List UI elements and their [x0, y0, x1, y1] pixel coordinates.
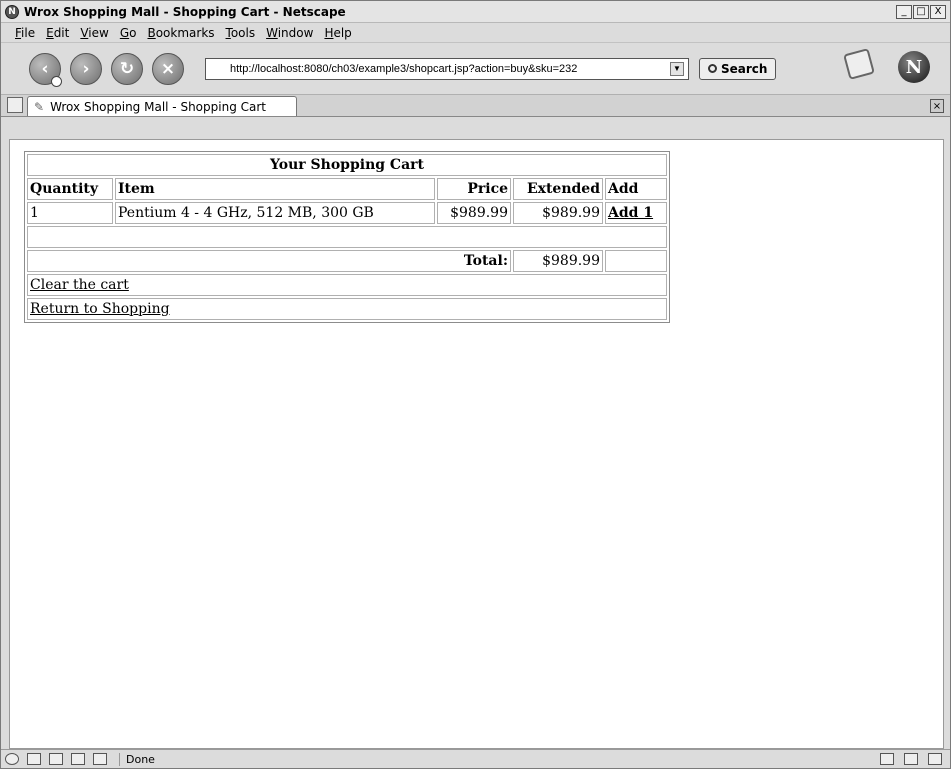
popup-blocker-icon[interactable] — [904, 753, 918, 765]
navigator-icon[interactable] — [5, 753, 19, 765]
column-header-row: Quantity Item Price Extended Add — [27, 178, 667, 200]
menu-view[interactable]: View — [80, 26, 108, 40]
menu-tools-label: ools — [230, 25, 256, 40]
url-history-dropdown-icon[interactable]: ▼ — [670, 61, 684, 76]
menu-go[interactable]: Go — [120, 26, 137, 40]
back-dropdown-icon[interactable] — [51, 75, 62, 87]
menu-go-label: o — [129, 25, 137, 40]
return-cell: Return to Shopping — [27, 298, 667, 320]
cart-title: Your Shopping Cart — [27, 154, 667, 176]
table-row: 1 Pentium 4 - 4 GHz, 512 MB, 300 GB $989… — [27, 202, 667, 224]
title-bar: N Wrox Shopping Mall - Shopping Cart - N… — [1, 1, 950, 23]
security-lock-icon — [928, 753, 942, 765]
extended-header: Extended — [513, 178, 603, 200]
page-content: Your Shopping Cart Quantity Item Price E… — [9, 139, 944, 749]
menu-bar: File Edit View Go Bookmarks Tools Window… — [1, 23, 950, 43]
close-tab-icon[interactable]: × — [930, 99, 944, 113]
add-one-link[interactable]: Add 1 — [608, 205, 653, 221]
clear-cell: Clear the cart — [27, 274, 667, 296]
new-tab-icon[interactable] — [7, 97, 23, 113]
menu-file-label: ile — [21, 25, 36, 40]
menu-edit-accel: E — [46, 25, 54, 40]
menu-go-accel: G — [119, 25, 130, 40]
price-header: Price — [437, 178, 511, 200]
mail-icon[interactable] — [27, 753, 41, 765]
tab-bar: ✎ Wrox Shopping Mall - Shopping Cart × — [1, 95, 950, 117]
item-header: Item — [115, 178, 435, 200]
return-to-shopping-link[interactable]: Return to Shopping — [30, 301, 170, 317]
page-icon: ✎ — [34, 99, 45, 114]
total-label: Total: — [27, 250, 511, 272]
close-button[interactable]: X — [930, 4, 946, 19]
menu-tools[interactable]: Tools — [226, 26, 256, 40]
search-button-label: Search — [721, 61, 768, 76]
add-cell: Add 1 — [605, 202, 667, 224]
item-cell: Pentium 4 - 4 GHz, 512 MB, 300 GB — [115, 202, 435, 224]
menu-edit[interactable]: Edit — [46, 26, 69, 40]
menu-window-accel: W — [266, 25, 278, 40]
quantity-cell: 1 — [27, 202, 113, 224]
browser-window: N Wrox Shopping Mall - Shopping Cart - N… — [0, 0, 951, 769]
menu-bookmarks[interactable]: Bookmarks — [147, 26, 214, 40]
menu-edit-label: dit — [53, 25, 70, 40]
return-row: Return to Shopping — [27, 298, 667, 320]
shopping-cart-table: Your Shopping Cart Quantity Item Price E… — [24, 151, 670, 323]
url-text[interactable]: http://localhost:8080/ch03/example3/shop… — [230, 63, 670, 75]
status-bar: Done — [1, 749, 950, 768]
spacer-cell — [27, 226, 667, 248]
forward-arrow-icon[interactable]: › — [70, 52, 102, 85]
clear-row: Clear the cart — [27, 274, 667, 296]
quantity-header: Quantity — [27, 178, 113, 200]
extended-cell: $989.99 — [513, 202, 603, 224]
status-text: Done — [119, 752, 674, 766]
print-icon[interactable] — [843, 48, 875, 80]
menu-help-label: elp — [333, 25, 352, 40]
search-icon — [708, 64, 717, 73]
back-arrow-icon[interactable]: ‹ — [29, 52, 62, 87]
menu-bookmarks-label: ookmarks — [155, 25, 215, 40]
chat-icon[interactable] — [93, 753, 107, 765]
menu-file[interactable]: File — [15, 26, 35, 40]
search-button[interactable]: Search — [699, 57, 777, 80]
stop-icon[interactable]: × — [152, 52, 184, 85]
netscape-app-icon: N — [5, 4, 19, 19]
menu-bookmarks-accel: B — [147, 25, 156, 40]
tab-shopping-cart[interactable]: ✎ Wrox Shopping Mall - Shopping Cart — [27, 96, 297, 116]
add-header: Add — [605, 178, 667, 200]
online-status-icon[interactable] — [880, 753, 894, 765]
menu-window[interactable]: Window — [266, 26, 313, 40]
composer-icon[interactable] — [49, 753, 63, 765]
url-field[interactable]: http://localhost:8080/ch03/example3/shop… — [205, 57, 689, 80]
window-title: Wrox Shopping Mall - Shopping Cart - Net… — [24, 4, 346, 19]
total-empty-cell — [605, 250, 667, 272]
menu-help[interactable]: Help — [324, 26, 351, 40]
menu-view-label: iew — [88, 25, 109, 40]
price-cell: $989.99 — [437, 202, 511, 224]
reload-icon[interactable]: ↻ — [111, 52, 143, 85]
window-controls: _ □ X — [896, 4, 946, 19]
minimize-button[interactable]: _ — [896, 4, 912, 19]
navigation-toolbar: ‹ › ↻ × http://localhost:8080/ch03/examp… — [1, 43, 950, 95]
address-book-icon[interactable] — [71, 753, 85, 765]
tab-label: Wrox Shopping Mall - Shopping Cart — [50, 99, 266, 114]
total-value: $989.99 — [513, 250, 603, 272]
total-row: Total: $989.99 — [27, 250, 667, 272]
maximize-button[interactable]: □ — [913, 4, 929, 19]
netscape-logo-icon[interactable]: N — [898, 51, 930, 83]
clear-cart-link[interactable]: Clear the cart — [30, 277, 129, 293]
status-indicators — [880, 753, 942, 765]
cart-title-row: Your Shopping Cart — [27, 154, 667, 176]
spacer-row — [27, 226, 667, 248]
menu-window-label: indow — [277, 25, 314, 40]
